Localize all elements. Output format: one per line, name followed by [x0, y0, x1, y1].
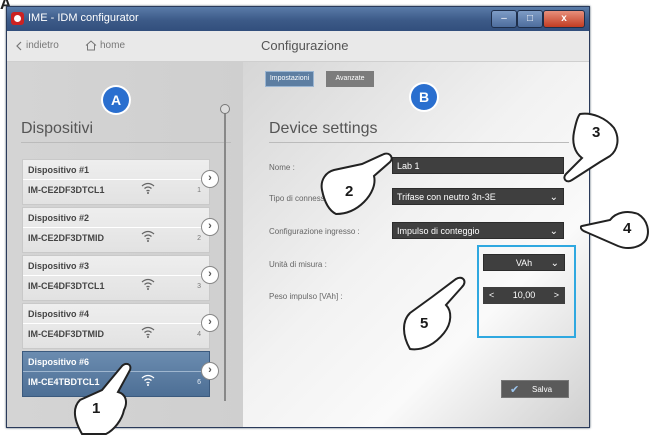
- devices-divider: [21, 142, 231, 143]
- callout-hand-2-icon: [320, 152, 393, 216]
- device-item[interactable]: Dispositivo #1 IM-CE2DF3DTCL1 1 ›: [22, 159, 219, 205]
- section-a-badge: A: [103, 87, 129, 113]
- callout-hand-3-icon: [563, 112, 619, 183]
- device-divider: [23, 179, 209, 180]
- settings-heading: Device settings: [269, 120, 378, 137]
- callout-hand-1-icon: [74, 362, 132, 435]
- device-index: 3: [197, 283, 201, 290]
- close-button[interactable]: x: [543, 10, 585, 28]
- settings-panel: Impostazioni Avanzate B Device settings …: [243, 62, 589, 427]
- maximize-button[interactable]: □: [517, 10, 543, 28]
- wifi-icon: [141, 326, 155, 338]
- callout-number-4: 4: [623, 220, 632, 237]
- back-button[interactable]: indietro: [15, 40, 59, 51]
- settings-divider: [269, 142, 569, 143]
- peso-impulso-label: Peso impulso [VAh] :: [269, 292, 343, 301]
- callout-hand-4-icon: [580, 211, 649, 249]
- wifi-icon: [141, 374, 155, 386]
- page-title: Configurazione: [261, 38, 349, 53]
- unita-misura-label: Unità di misura :: [269, 260, 327, 269]
- wifi-icon: [141, 230, 155, 242]
- wifi-icon: [141, 278, 155, 290]
- device-divider: [23, 323, 209, 324]
- chevron-left-icon: [16, 41, 22, 50]
- checkmark-icon: ✔: [510, 384, 520, 396]
- device-name: Dispositivo #4: [28, 309, 90, 319]
- callout-number-1: 1: [92, 400, 101, 417]
- device-name: Dispositivo #3: [28, 261, 90, 271]
- config-ingresso-select[interactable]: Impulso di conteggio ⌄: [392, 222, 564, 239]
- minimize-button[interactable]: –: [491, 10, 517, 28]
- device-item[interactable]: Dispositivo #4 IM-CE4DF3DTMID 4 ›: [22, 303, 219, 349]
- device-divider: [23, 275, 209, 276]
- config-ingresso-value: Impulso di conteggio: [397, 226, 480, 236]
- device-name: Dispositivo #2: [28, 213, 90, 223]
- device-serial: IM-CE4DF3DTCL1: [28, 281, 105, 291]
- device-item[interactable]: Dispositivo #2 IM-CE2DF3DTMID 2 ›: [22, 207, 219, 253]
- tab-avanzate[interactable]: Avanzate: [326, 71, 374, 87]
- scrollbar-track[interactable]: [224, 109, 226, 401]
- home-button[interactable]: home: [85, 40, 125, 51]
- window-title: IME - IDM configurator: [28, 12, 139, 24]
- chevron-down-icon: ⌄: [549, 192, 558, 203]
- device-serial: IM-CE2DF3DTMID: [28, 233, 104, 243]
- home-icon: [85, 40, 97, 51]
- highlight-box: [477, 245, 576, 338]
- wifi-icon: [141, 182, 155, 194]
- device-serial: IM-CE4DF3DTMID: [28, 329, 104, 339]
- save-label: Salva: [532, 385, 553, 394]
- device-item[interactable]: Dispositivo #3 IM-CE4DF3DTCL1 3 ›: [22, 255, 219, 301]
- nome-label: Nome :: [269, 163, 295, 172]
- chevron-right-icon[interactable]: ›: [201, 266, 219, 284]
- tipo-connessione-value: Trifase con neutro 3n-3E: [397, 192, 496, 202]
- device-index: 1: [197, 187, 201, 194]
- home-label: home: [100, 40, 126, 51]
- callout-number-3: 3: [592, 124, 601, 141]
- device-index: 6: [197, 379, 201, 386]
- chevron-right-icon[interactable]: ›: [201, 362, 219, 380]
- tipo-connessione-select[interactable]: Trifase con neutro 3n-3E ⌄: [392, 188, 564, 205]
- chevron-down-icon: ⌄: [549, 226, 558, 237]
- config-ingresso-label: Configurazione ingresso :: [269, 227, 360, 236]
- chevron-right-icon[interactable]: ›: [201, 314, 219, 332]
- navigation-bar: indietro home Configurazione: [7, 31, 589, 62]
- title-bar[interactable]: IME - IDM configurator – □ x: [7, 7, 589, 31]
- back-label: indietro: [26, 40, 59, 51]
- device-divider: [23, 227, 209, 228]
- device-index: 2: [197, 235, 201, 242]
- device-index: 4: [197, 331, 201, 338]
- chevron-right-icon[interactable]: ›: [201, 170, 219, 188]
- tab-impostazioni[interactable]: Impostazioni: [265, 71, 314, 87]
- device-serial: IM-CE2DF3DTCL1: [28, 185, 105, 195]
- callout-hand-5-icon: [403, 276, 466, 351]
- nome-input[interactable]: Lab 1: [392, 157, 564, 174]
- callout-number-5: 5: [420, 315, 429, 332]
- device-name: Dispositivo #1: [28, 165, 90, 175]
- section-b-badge: B: [411, 84, 437, 110]
- devices-heading: Dispositivi: [21, 120, 94, 137]
- scrollbar-thumb[interactable]: [220, 104, 230, 114]
- callout-number-2: 2: [345, 183, 354, 200]
- app-icon: [11, 12, 24, 25]
- chevron-right-icon[interactable]: ›: [201, 218, 219, 236]
- save-button[interactable]: ✔ Salva: [501, 380, 569, 398]
